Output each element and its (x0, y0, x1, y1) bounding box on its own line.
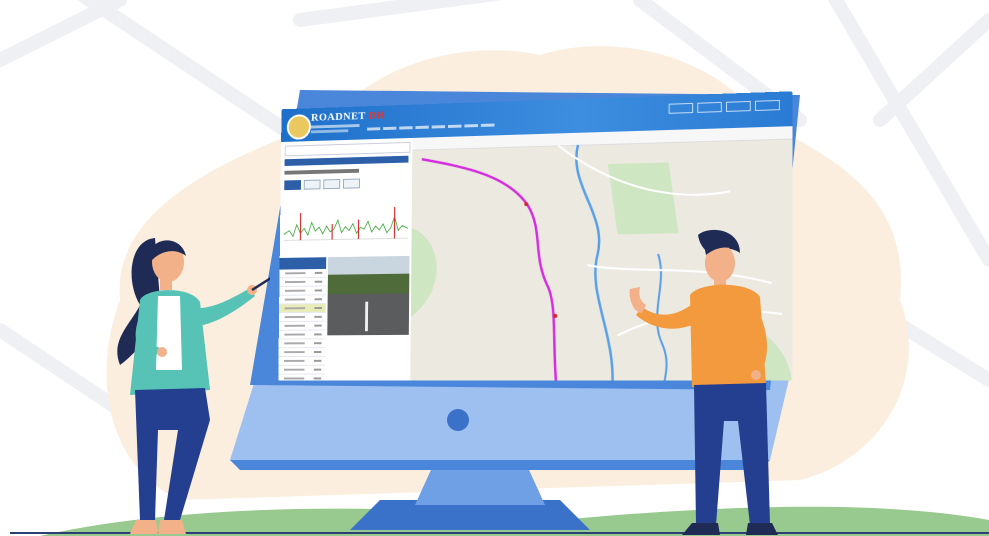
table-row[interactable] (279, 304, 326, 314)
table-row[interactable] (278, 330, 326, 340)
illustration: ROADNET DH (0, 0, 989, 536)
menu-item[interactable] (367, 127, 381, 131)
route-info-bar (284, 155, 409, 167)
table-row[interactable] (278, 339, 326, 349)
presenter-woman (117, 238, 270, 534)
header-button[interactable] (725, 100, 751, 112)
route-line (420, 155, 558, 380)
toggle-button[interactable] (342, 178, 360, 189)
menu-item[interactable] (464, 124, 478, 128)
menu-item[interactable] (431, 125, 446, 129)
header-button[interactable] (697, 101, 722, 113)
logo-subtitle-line (310, 129, 349, 134)
menu-item[interactable] (480, 123, 495, 127)
left-panel (278, 137, 413, 381)
table-header (279, 257, 327, 270)
river (575, 144, 613, 381)
app-logo[interactable]: ROADNET DH (311, 110, 385, 124)
table-row[interactable] (278, 356, 326, 366)
table-row[interactable] (278, 374, 325, 381)
header-button[interactable] (668, 102, 694, 114)
logo-subtitle-line (310, 124, 360, 129)
toggle-button[interactable] (303, 179, 321, 190)
presenter-man (629, 229, 778, 535)
main-menu[interactable] (367, 123, 495, 131)
profile-chart (284, 199, 409, 244)
menu-item[interactable] (447, 124, 462, 128)
toggle-button[interactable] (323, 179, 341, 190)
table-row[interactable] (278, 321, 326, 331)
panel-title (284, 168, 360, 175)
table-row[interactable] (278, 365, 326, 375)
pointer-stick (251, 277, 270, 292)
search-input[interactable] (284, 141, 411, 157)
data-table (278, 257, 327, 381)
toggle-button[interactable] (284, 180, 302, 191)
table-row[interactable] (278, 348, 326, 358)
road-photo (327, 255, 410, 336)
menu-item[interactable] (415, 125, 429, 130)
menu-item[interactable] (399, 126, 413, 130)
view-toggle-group[interactable] (284, 178, 360, 191)
table-row[interactable] (278, 312, 326, 323)
header-button[interactable] (754, 99, 780, 111)
webcam-dot (447, 409, 469, 431)
logo-badge-icon (286, 114, 312, 140)
menu-item[interactable] (383, 126, 397, 131)
